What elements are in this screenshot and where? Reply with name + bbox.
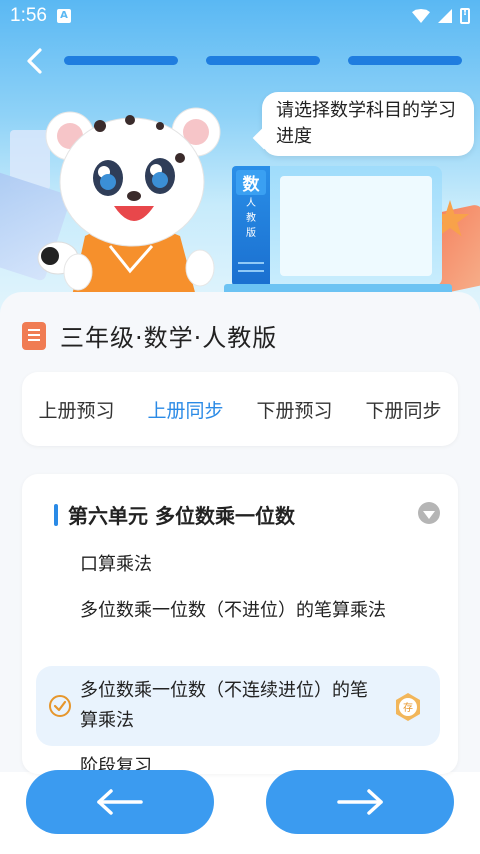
status-time: 1:56 (10, 5, 47, 26)
arrow-left-icon (97, 789, 143, 815)
check-circle-icon (49, 695, 71, 717)
lesson-item[interactable]: 多位数乘一位数（不进位）的笔算乘法 (80, 596, 432, 626)
book-edition-char: 教 (246, 213, 256, 224)
book-subject: 数 (236, 170, 266, 195)
tab-second-term-sync[interactable]: 下册同步 (365, 396, 441, 423)
previous-button[interactable] (26, 770, 214, 834)
save-badge-icon: 存 (396, 693, 420, 721)
book-cover (270, 166, 442, 286)
collapse-toggle-icon[interactable] (418, 502, 440, 524)
book-edition-char: 版 (246, 228, 256, 239)
unit-card: 第六单元 多位数乘一位数 口算乘法 多位数乘一位数（不进位）的笔算乘法 多位数乘… (22, 474, 458, 774)
unit-accent-bar (54, 503, 58, 526)
step-indicator (64, 56, 462, 65)
lesson-item[interactable]: 口算乘法 (80, 550, 432, 580)
textbook-illustration: 数 人 教 版 (224, 166, 452, 296)
next-button[interactable] (266, 770, 454, 834)
page-title: 三年级·数学·人教版 (60, 324, 278, 352)
back-button[interactable] (18, 44, 52, 78)
unit-title: 第六单元 多位数乘一位数 (68, 504, 295, 528)
notification-icon: A (56, 9, 71, 23)
unit-header[interactable]: 第六单元 多位数乘一位数 (54, 500, 295, 529)
step-dash (206, 56, 320, 65)
tab-first-term-sync[interactable]: 上册同步 (147, 396, 223, 423)
signal-icon (438, 9, 452, 23)
wifi-icon (412, 9, 430, 23)
page-title-row: 三年级·数学·人教版 (22, 318, 277, 353)
document-icon (22, 321, 46, 350)
step-dash (348, 56, 462, 65)
status-bar: 1:56 A (0, 0, 480, 32)
book-spine: 数 人 教 版 (232, 166, 270, 286)
arrow-right-icon (337, 789, 383, 815)
chevron-left-icon (27, 48, 42, 74)
tab-second-term-preview[interactable]: 下册预习 (256, 396, 332, 423)
book-edition-char: 人 (246, 198, 256, 209)
battery-icon (460, 7, 470, 24)
tab-first-term-preview[interactable]: 上册预习 (38, 396, 114, 423)
speech-bubble: 请选择数学科目的学习进度 (262, 92, 474, 156)
term-tabs: 上册预习 上册同步 下册预习 下册同步 (22, 372, 458, 446)
badge-label: 存 (403, 701, 413, 714)
lesson-item-label: 多位数乘一位数（不连续进位）的笔算乘法 (80, 680, 368, 731)
mascot-illustration (37, 107, 221, 296)
step-dash (64, 56, 178, 65)
